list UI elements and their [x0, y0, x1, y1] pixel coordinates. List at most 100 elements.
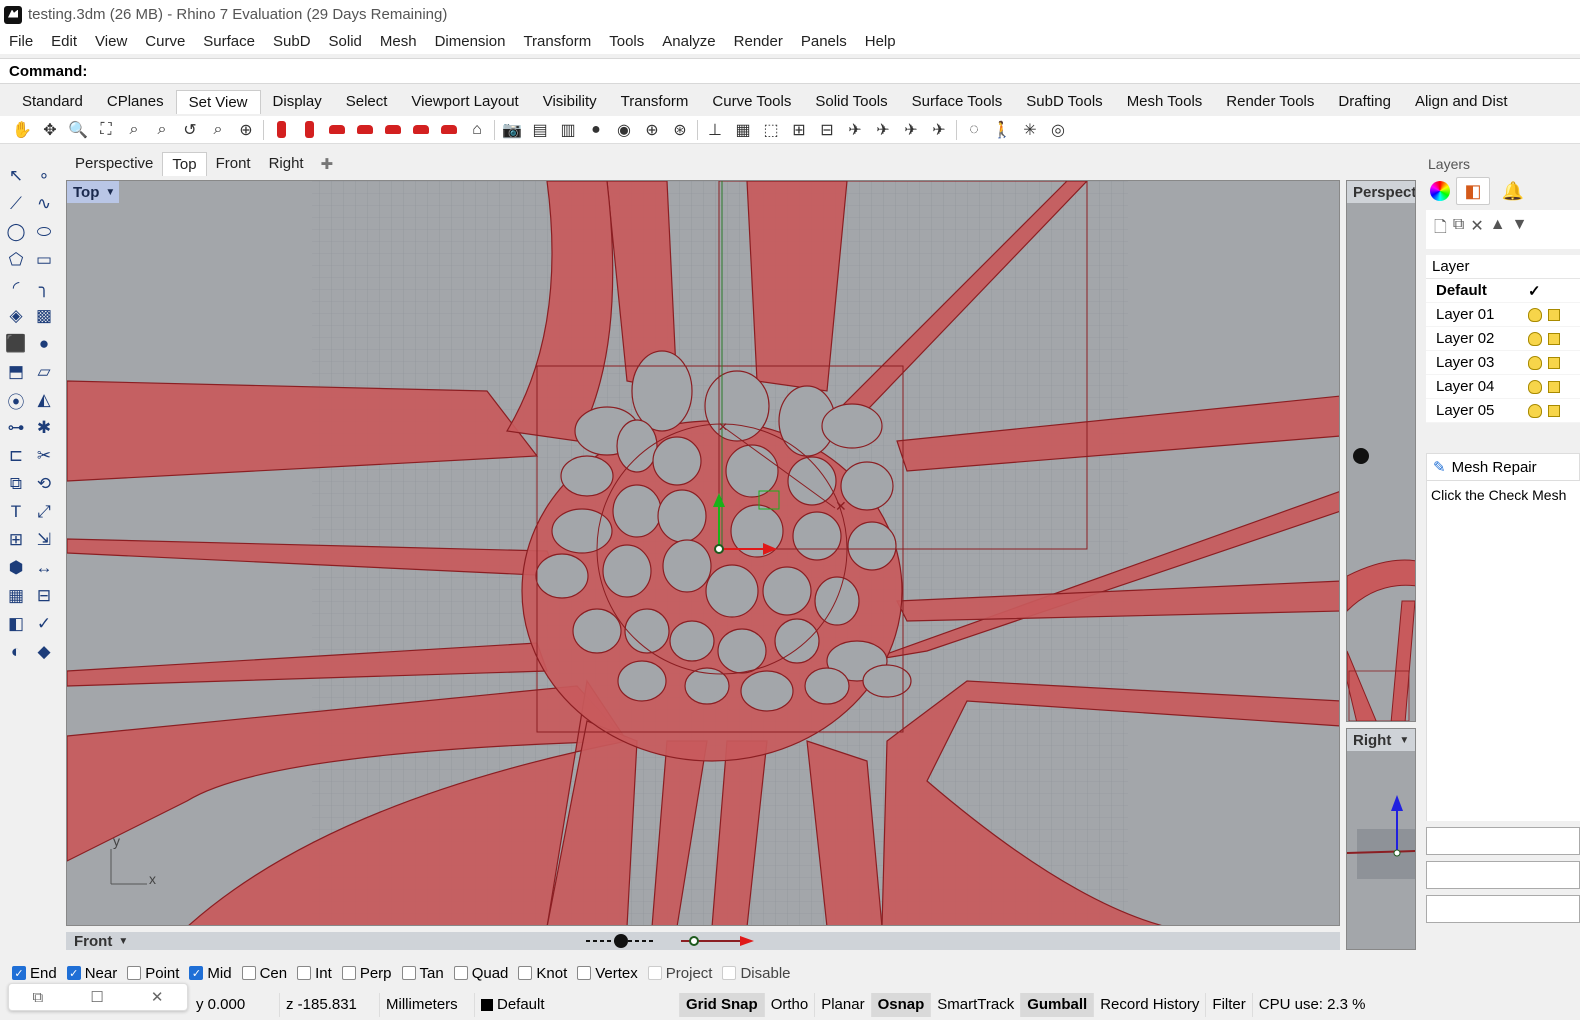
move-icon[interactable]: ⇲	[30, 526, 58, 554]
walk-icon[interactable]: 🚶	[988, 118, 1016, 142]
layer-icon[interactable]: ◧	[2, 610, 30, 638]
status-toggle-record-history[interactable]: Record History	[1094, 993, 1207, 1017]
viewport-title-perspective[interactable]: Perspect	[1347, 181, 1415, 203]
lock-icon[interactable]	[1548, 404, 1560, 417]
menu-item-mesh[interactable]: Mesh	[371, 33, 426, 50]
osnap-knot[interactable]: Knot	[518, 965, 567, 982]
menu-item-render[interactable]: Render	[725, 33, 792, 50]
osnap-checkbox[interactable]	[647, 966, 662, 980]
toolbar-tab-display[interactable]: Display	[261, 90, 334, 114]
bell-icon[interactable]: 🔔	[1496, 177, 1530, 205]
toolbar-tab-align-and-dist[interactable]: Align and Dist	[1403, 90, 1520, 114]
light-icon[interactable]: ●	[582, 118, 610, 142]
toolbar-tab-surface-tools[interactable]: Surface Tools	[900, 90, 1015, 114]
spin-icon[interactable]: ✳	[1016, 118, 1044, 142]
polyline-icon[interactable]: ⟋	[2, 190, 30, 218]
toolbar-tab-mesh-tools[interactable]: Mesh Tools	[1115, 90, 1215, 114]
status-toggle-planar[interactable]: Planar	[815, 993, 872, 1017]
network-icon[interactable]: ▩	[30, 302, 58, 330]
box-icon[interactable]: ⬛	[2, 330, 30, 358]
place-camera-icon[interactable]: ⊞	[785, 118, 813, 142]
zoom-all-icon[interactable]: ⊕	[232, 118, 260, 142]
current-layer[interactable]: Default	[475, 993, 680, 1017]
lightbulb-icon[interactable]	[1528, 379, 1542, 394]
top-viewport[interactable]: ✕ ✕ y x Top ▼	[66, 180, 1340, 926]
plane-3-icon[interactable]: ✈	[897, 118, 925, 142]
check-icon[interactable]: ✓	[30, 610, 58, 638]
material-icon[interactable]: ◐	[2, 638, 30, 666]
layer-row[interactable]: Layer 03	[1426, 351, 1580, 375]
menu-item-view[interactable]: View	[86, 33, 136, 50]
mesh-repair-field-3[interactable]	[1426, 895, 1580, 923]
mesh-repair-field-1[interactable]	[1426, 827, 1580, 855]
ellipse-icon[interactable]: ⬭	[30, 218, 58, 246]
chevron-down-icon[interactable]: ▼	[118, 936, 128, 947]
zoom-extents-icon[interactable]: ⌕	[120, 118, 148, 142]
toolbar-tab-visibility[interactable]: Visibility	[531, 90, 609, 114]
viewport-title-right[interactable]: Right ▼	[1347, 729, 1415, 751]
restore-icon[interactable]: ⧉	[33, 989, 44, 1006]
layer-row[interactable]: Layer 04	[1426, 375, 1580, 399]
close-icon[interactable]: ✕	[151, 988, 164, 1006]
osnap-project[interactable]: Project	[647, 965, 712, 982]
toolbar-tab-render-tools[interactable]: Render Tools	[1214, 90, 1326, 114]
osnap-cen[interactable]: Cen	[241, 965, 287, 982]
osnap-point[interactable]: Point	[127, 965, 179, 982]
toolbar-tab-cplanes[interactable]: CPlanes	[95, 90, 176, 114]
osnap-checkbox[interactable]	[297, 966, 312, 980]
menu-item-solid[interactable]: Solid	[320, 33, 371, 50]
layer-row[interactable]: Layer 02	[1426, 327, 1580, 351]
two-point-icon[interactable]: ◉	[610, 118, 638, 142]
car-icon[interactable]	[323, 118, 351, 142]
mesh-repair-field-2[interactable]	[1426, 861, 1580, 889]
osnap-checkbox[interactable]: ✓	[66, 966, 81, 980]
maximize-icon[interactable]: ☐	[90, 988, 103, 1006]
orbit-icon[interactable]: ◌	[960, 118, 988, 142]
grid-icon[interactable]: ◎	[1044, 118, 1072, 142]
right-viewport[interactable]: Right ▼	[1346, 728, 1416, 950]
osnap-checkbox[interactable]	[241, 966, 256, 980]
projector-icon[interactable]: ⌂	[463, 118, 491, 142]
command-input[interactable]	[91, 61, 1580, 81]
status-toggle-smarttrack[interactable]: SmartTrack	[931, 993, 1022, 1017]
toolbar-tab-subd-tools[interactable]: SubD Tools	[1014, 90, 1114, 114]
named-view-icon[interactable]: ▤	[526, 118, 554, 142]
car-3-icon[interactable]	[379, 118, 407, 142]
align-icon[interactable]: ⊟	[30, 582, 58, 610]
status-toggle-ortho[interactable]: Ortho	[765, 993, 816, 1017]
osnap-checkbox[interactable]	[518, 966, 533, 980]
viewport-tab-top[interactable]: Top	[162, 152, 207, 176]
menu-item-transform[interactable]: Transform	[514, 33, 600, 50]
camera-can-2-icon[interactable]	[295, 118, 323, 142]
viewport-tab-front[interactable]: Front	[207, 152, 260, 176]
menu-item-curve[interactable]: Curve	[136, 33, 194, 50]
array-icon[interactable]: ⊞	[2, 526, 30, 554]
menu-item-dimension[interactable]: Dimension	[426, 33, 515, 50]
zoom-dynamic-icon[interactable]: ⌕	[204, 118, 232, 142]
move-down-icon[interactable]: ▼	[1512, 216, 1528, 243]
toolbar-tab-transform[interactable]: Transform	[609, 90, 701, 114]
zoom-selected-icon[interactable]: ⌕	[148, 118, 176, 142]
viewport-tab-right[interactable]: Right	[260, 152, 313, 176]
rectangle-icon[interactable]: ▭	[30, 246, 58, 274]
add-viewport-icon[interactable]: ✚	[313, 155, 342, 173]
osnap-end[interactable]: ✓ End	[12, 965, 57, 982]
toolbar-tab-viewport-layout[interactable]: Viewport Layout	[399, 90, 530, 114]
point-icon[interactable]: ∘	[30, 162, 58, 190]
osnap-disable[interactable]: Disable	[722, 965, 791, 982]
plane-surface-icon[interactable]: ▱	[30, 358, 58, 386]
surface-icon[interactable]: ◈	[2, 302, 30, 330]
osnap-tan[interactable]: Tan	[401, 965, 444, 982]
menu-item-subd[interactable]: SubD	[264, 33, 320, 50]
text-icon[interactable]: T	[2, 498, 30, 526]
toolbar-tab-curve-tools[interactable]: Curve Tools	[700, 90, 803, 114]
camera-can-icon[interactable]	[267, 118, 295, 142]
perspective-viewport[interactable]: Perspect	[1346, 180, 1416, 722]
lock-icon[interactable]	[1548, 380, 1560, 393]
osnap-int[interactable]: Int	[297, 965, 332, 982]
menu-item-analyze[interactable]: Analyze	[653, 33, 724, 50]
osnap-checkbox[interactable]: ✓	[12, 966, 26, 980]
chevron-down-icon[interactable]: ▼	[1399, 735, 1409, 746]
menu-item-panels[interactable]: Panels	[792, 33, 856, 50]
osnap-quad[interactable]: Quad	[453, 965, 508, 982]
